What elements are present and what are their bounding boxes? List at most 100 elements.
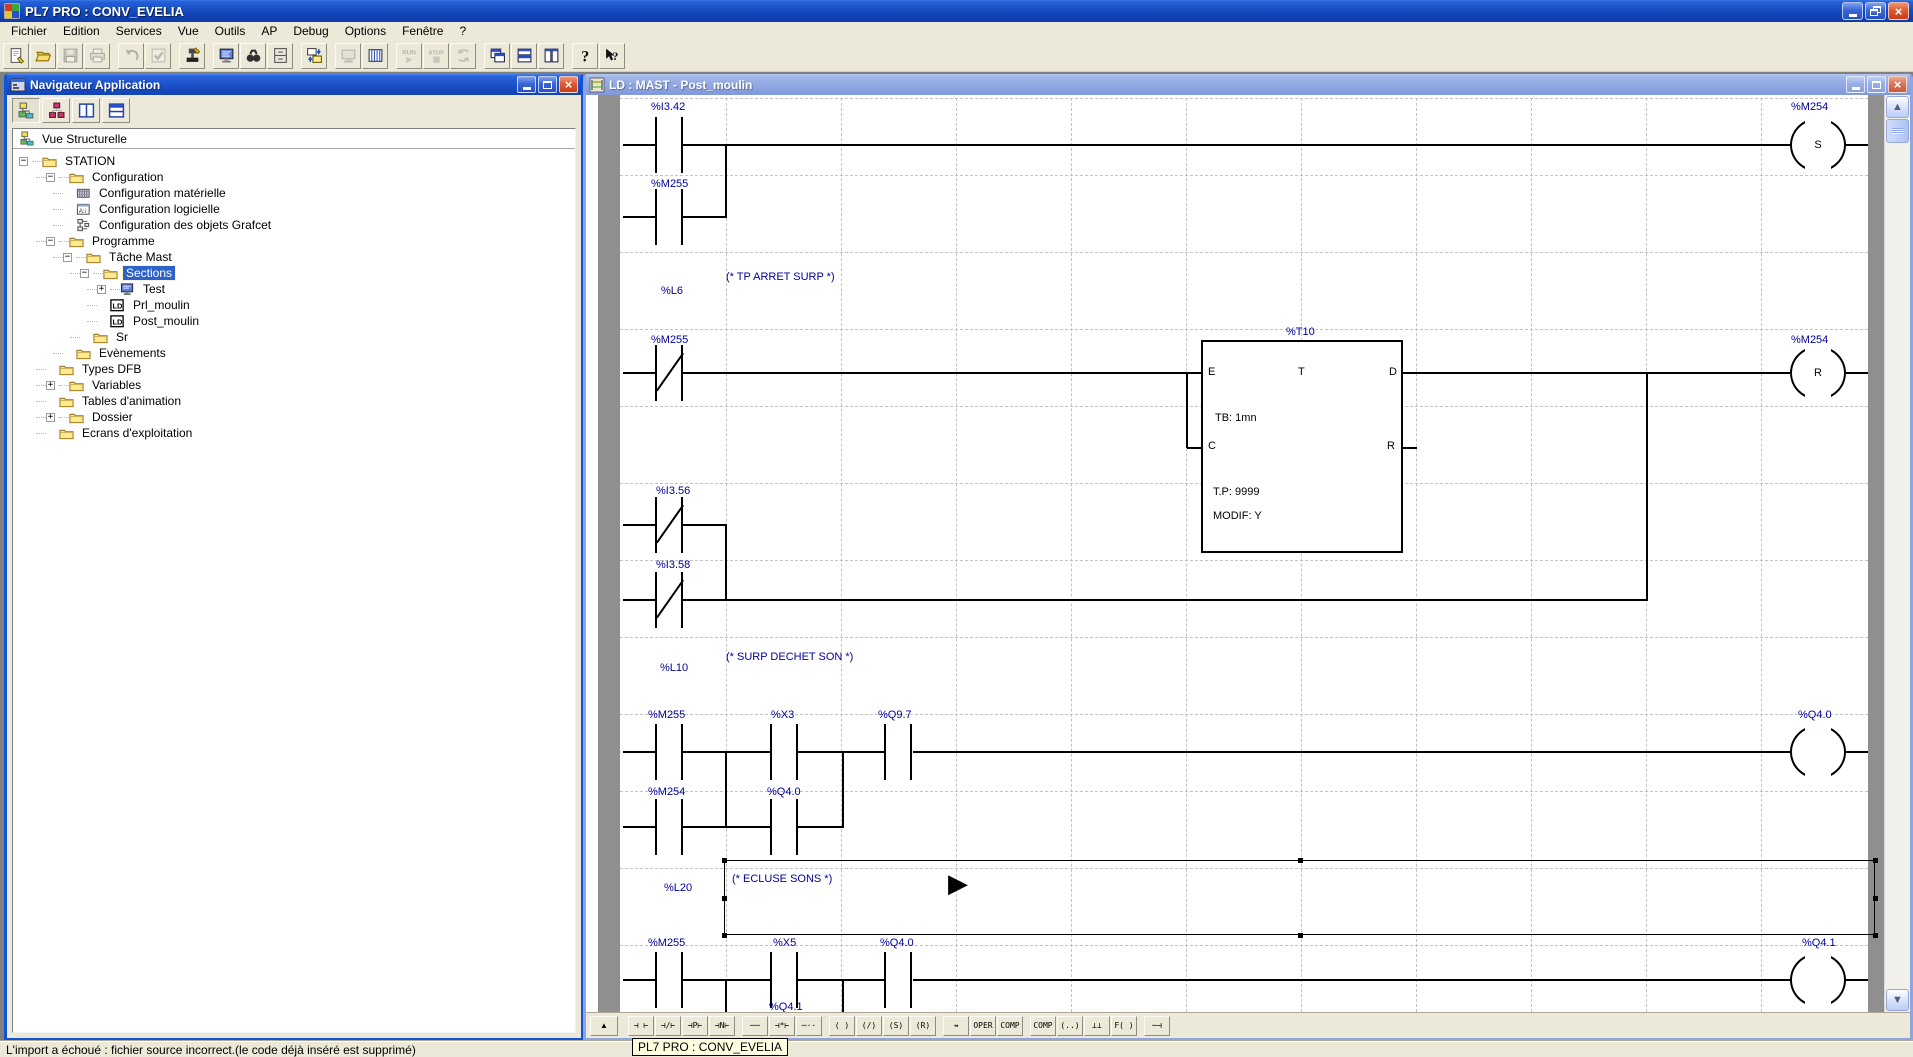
tree-item-tache-mast[interactable]: −Tâche Mast	[13, 249, 575, 265]
scroll-thumb[interactable]	[1886, 119, 1909, 143]
toolbar-button-search-icon[interactable]	[240, 43, 266, 69]
nav-toolbar-button-split-horizontal-icon[interactable]	[102, 98, 130, 123]
tree-expander[interactable]: −	[80, 269, 89, 278]
palette-button-[interactable]: ⊣ ⊢	[628, 1016, 654, 1036]
scroll-up-button[interactable]: ▲	[1886, 96, 1909, 118]
toolbar-button-monitor-icon[interactable]	[335, 43, 361, 69]
tree-item-label[interactable]: Post_moulin	[130, 314, 202, 328]
toolbar-button-tile-vertical-icon[interactable]	[538, 43, 564, 69]
tree-item-test[interactable]: +Test	[13, 281, 575, 297]
tree-item-label[interactable]: Types DFB	[79, 362, 144, 376]
palette-button-comp[interactable]: COMP	[997, 1016, 1023, 1036]
tree-expander[interactable]: +	[46, 381, 55, 390]
timer-block-t10[interactable]: ETDTB: 1mnCRT.P: 9999MODIF: Y	[1201, 340, 1403, 553]
menu-item-ap[interactable]: AP	[253, 22, 285, 40]
toolbar-button-cascade-icon[interactable]	[484, 43, 510, 69]
toolbar-button-confirm-icon[interactable]	[145, 43, 171, 69]
tree-item-label[interactable]: Evènements	[96, 346, 169, 360]
selection-handle[interactable]	[1873, 896, 1878, 901]
toolbar-button-library-icon[interactable]	[267, 43, 293, 69]
tree-item-prl-moulin[interactable]: LDPrl_moulin	[13, 297, 575, 313]
navigator-minimize-button[interactable]	[517, 76, 536, 93]
selection-handle[interactable]	[722, 933, 727, 938]
tree-item-station[interactable]: −STATION	[13, 153, 575, 169]
tree-item-sections[interactable]: − Sections	[13, 265, 575, 281]
toolbar-button-context-help-icon[interactable]: ?	[599, 43, 625, 69]
menu-item-debug[interactable]: Debug	[285, 22, 336, 40]
tree-expander[interactable]: +	[46, 413, 55, 422]
toolbar-button-open-icon[interactable]	[30, 43, 56, 69]
menu-item-outils[interactable]: Outils	[207, 22, 254, 40]
palette-button-[interactable]: (/)	[856, 1016, 882, 1036]
palette-button-[interactable]: ⊣/⊢	[655, 1016, 681, 1036]
ladder-contact-no-m255[interactable]	[655, 189, 683, 245]
ladder-contact-nc-i3-56[interactable]	[655, 497, 683, 553]
tree-item-label[interactable]: STATION	[62, 154, 118, 168]
toolbar-button-print-icon[interactable]	[84, 43, 110, 69]
ladder-contact-nc-i3-58[interactable]	[655, 572, 683, 628]
ladder-coil-m254-r[interactable]: R	[1790, 346, 1846, 400]
toolbar-button-tile-horizontal-icon[interactable]	[511, 43, 537, 69]
selection-handle[interactable]	[1298, 933, 1303, 938]
tree-item-evenements[interactable]: Evènements	[13, 345, 575, 361]
tree-item-label[interactable]: Configuration logicielle	[96, 202, 223, 216]
scroll-down-button[interactable]: ▼	[1886, 989, 1909, 1011]
menu-item-options[interactable]: Options	[337, 22, 394, 40]
tree-item-tables-d-animation[interactable]: Tables d'animation	[13, 393, 575, 409]
navigator-close-button[interactable]: ×	[559, 76, 578, 93]
restore-button[interactable]	[1865, 2, 1886, 20]
tree-item-dossier[interactable]: +Dossier	[13, 409, 575, 425]
menu-item-fichier[interactable]: Fichier	[3, 22, 55, 40]
navigator-maximize-button[interactable]	[538, 76, 557, 93]
nav-toolbar-button-functional-view-icon[interactable]	[42, 98, 70, 123]
nav-toolbar-button-split-vertical-icon[interactable]	[72, 98, 100, 123]
tree-item-label[interactable]: Test	[140, 282, 168, 296]
palette-button-f[interactable]: F( )	[1111, 1016, 1137, 1036]
tree-item-label[interactable]: Sections	[123, 266, 175, 280]
toolbar-button-run-icon[interactable]: RUN	[396, 43, 422, 69]
close-button[interactable]: ×	[1888, 2, 1909, 20]
ladder-coil-q4-0[interactable]	[1790, 725, 1846, 779]
palette-button-[interactable]: ─⊣	[1144, 1016, 1170, 1036]
tree-item-programme[interactable]: − Programme	[13, 233, 575, 249]
toolbar-button-undo-icon[interactable]	[118, 43, 144, 69]
toolbar-button-help-icon[interactable]: ?	[572, 43, 598, 69]
selection-handle[interactable]	[1873, 858, 1878, 863]
tree-item-variables[interactable]: + Variables	[13, 377, 575, 393]
toolbar-button-validate-icon[interactable]	[179, 43, 205, 69]
palette-button-[interactable]: ──	[742, 1016, 768, 1036]
palette-button-p[interactable]: ⊣P⊢	[682, 1016, 708, 1036]
palette-button-[interactable]: ⊥⊥	[1084, 1016, 1110, 1036]
palette-button-[interactable]: (..)	[1057, 1016, 1083, 1036]
tree-expander[interactable]: −	[46, 237, 55, 246]
ladder-contact-no-m254[interactable]	[655, 799, 683, 855]
tree-item-label[interactable]: Tâche Mast	[106, 250, 175, 264]
menu-item-fenetre[interactable]: Fenêtre	[394, 22, 451, 40]
tree-item-ecrans-d-exploitation[interactable]: Ecrans d'exploitation	[13, 425, 575, 441]
tree-item-label[interactable]: Programme	[89, 234, 158, 248]
toolbar-button-new-icon[interactable]	[3, 43, 29, 69]
palette-button-n[interactable]: ⊣N⊢	[709, 1016, 735, 1036]
palette-button-r[interactable]: (R)	[910, 1016, 936, 1036]
toolbar-button-save-icon[interactable]	[57, 43, 83, 69]
ladder-contact-no-q4-0[interactable]	[884, 952, 912, 1008]
toolbar-button-transfer-icon[interactable]	[301, 43, 327, 69]
minimize-button[interactable]	[1842, 2, 1863, 20]
tree-item-sr[interactable]: Sr	[13, 329, 575, 345]
palette-button-[interactable]: ─··	[796, 1016, 822, 1036]
palette-scroll-up-button[interactable]: ▲	[590, 1016, 618, 1036]
ladder-contact-no-x5[interactable]	[770, 952, 798, 1008]
tree-item-label[interactable]: Tables d'animation	[79, 394, 184, 408]
menu-item-vue[interactable]: Vue	[170, 22, 207, 40]
palette-button-[interactable]: ( )	[829, 1016, 855, 1036]
ladder-coil-m254-s[interactable]: S	[1790, 118, 1846, 172]
ladder-comment[interactable]: (* SURP DECHET SON *)	[726, 651, 853, 663]
toolbar-button-grid-card-icon[interactable]	[362, 43, 388, 69]
tree-item-types-dfb[interactable]: Types DFB	[13, 361, 575, 377]
tree-item-label[interactable]: Ecrans d'exploitation	[79, 426, 195, 440]
toolbar-button-stop-icon[interactable]: STOP	[423, 43, 449, 69]
selection-handle[interactable]	[1873, 933, 1878, 938]
tree-expander[interactable]: −	[46, 173, 55, 182]
palette-button-[interactable]: ↠	[943, 1016, 969, 1036]
tree-item-label[interactable]: Variables	[89, 378, 144, 392]
